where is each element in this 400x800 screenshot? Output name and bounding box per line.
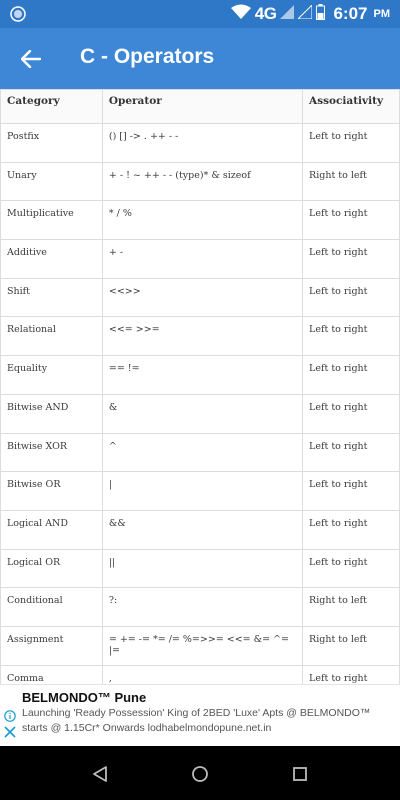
status-indicators: 4G 6:07 PM <box>230 3 391 25</box>
cell-category: Relational <box>0 316 103 357</box>
cell-operator: | <box>101 471 304 511</box>
app-bar: C - Operators <box>0 28 400 89</box>
network-type: 4G <box>254 4 277 23</box>
nav-back-button[interactable] <box>89 763 111 785</box>
cell-operator: = += -= *= /= %=>>= <<= &= ^= |= <box>101 625 304 666</box>
close-icon[interactable] <box>4 725 16 738</box>
header-operator: Operator <box>101 89 304 124</box>
cell-category: Equality <box>0 355 103 395</box>
cell-associativity: Right to left <box>302 161 400 202</box>
table-row: Conditional?: Right to left <box>0 587 400 627</box>
table-row: Multiplicative * / % Left to right <box>0 200 400 241</box>
info-icon[interactable] <box>4 709 16 722</box>
cell-associativity: Left to right <box>302 123 400 163</box>
nav-recents-button[interactable] <box>289 763 311 785</box>
clock-ampm: PM <box>373 8 391 20</box>
cell-associativity: Left to right <box>302 432 400 473</box>
wifi-icon <box>230 4 251 25</box>
ad-text-line1: Launching 'Ready Possession' King of 2BE… <box>22 707 371 719</box>
signal-icon <box>280 4 295 24</box>
triangle-back-icon <box>93 766 107 782</box>
cell-category: Comma <box>0 664 103 684</box>
cell-category: Unary <box>0 161 103 202</box>
table-row: Equality == != Left to right <box>0 355 400 395</box>
signal-icon-2 <box>297 3 313 24</box>
table-row: Additive + - Left to right <box>0 239 400 279</box>
cell-associativity: Left to right <box>302 355 400 395</box>
cell-associativity: Left to right <box>302 471 400 511</box>
system-nav-bar <box>0 746 400 800</box>
table-row: Bitwise AND & Left to right <box>0 393 400 434</box>
cell-category: Bitwise AND <box>0 393 103 434</box>
arrow-left-icon <box>21 50 41 68</box>
cell-associativity: Right to left <box>302 587 400 627</box>
cell-operator: <<>> <box>101 277 304 318</box>
notification-icon <box>10 6 26 22</box>
cell-operator: * / % <box>101 200 304 241</box>
cell-category: Logical OR <box>0 548 103 589</box>
ad-text-line2: starts @ 1.15Cr* Onwards lodhabelmondopu… <box>22 722 272 734</box>
cell-associativity: Left to right <box>302 200 400 241</box>
nav-home-button[interactable] <box>189 763 211 785</box>
cell-category: Postfix <box>0 123 103 163</box>
cell-associativity: Left to right <box>302 316 400 357</box>
table-row: Bitwise XOR ^ Left to right <box>0 432 400 473</box>
cell-associativity: Left to right <box>302 664 400 684</box>
table-row: Comma, Left to right <box>0 664 400 684</box>
cell-associativity: Right to left <box>302 625 400 666</box>
square-recents-icon <box>293 767 307 781</box>
table-row: Shift <<>> Left to right <box>0 277 400 318</box>
cell-category: Multiplicative <box>0 200 103 241</box>
table-row: Bitwise OR | Left to right <box>0 471 400 511</box>
cell-associativity: Left to right <box>302 239 400 279</box>
cell-category: Conditional <box>0 587 103 627</box>
clock: 6:07 <box>333 4 368 23</box>
cell-operator: <<= >>= <box>101 316 304 357</box>
cell-operator: == != <box>101 355 304 395</box>
battery-icon <box>316 3 326 25</box>
cell-category: Assignment <box>0 625 103 666</box>
cell-operator: ?: <box>101 587 304 627</box>
ad-title[interactable]: BELMONDO™ Pune <box>22 690 146 705</box>
cell-category: Additive <box>0 239 103 279</box>
cell-associativity: Left to right <box>302 509 400 550</box>
table-header-row: Category Operator Associativity <box>0 89 400 124</box>
page-title: C - Operators <box>80 45 215 68</box>
cell-category: Logical AND <box>0 509 103 550</box>
operators-table-container[interactable]: Category Operator Associativity Postfix(… <box>0 89 400 684</box>
cell-operator: + - ! ~ ++ - - (type)* & sizeof <box>101 161 304 202</box>
table-row: Logical AND && Left to right <box>0 509 400 550</box>
circle-home-icon <box>192 766 208 782</box>
cell-category: Bitwise XOR <box>0 432 103 473</box>
cell-operator: & <box>101 393 304 434</box>
cell-category: Shift <box>0 277 103 318</box>
table-row: Logical OR || Left to right <box>0 548 400 589</box>
cell-associativity: Left to right <box>302 548 400 589</box>
ad-banner[interactable]: BELMONDO™ Pune Launching 'Ready Possessi… <box>0 684 400 744</box>
header-category: Category <box>0 89 103 124</box>
cell-category: Bitwise OR <box>0 471 103 511</box>
cell-operator: || <box>101 548 304 589</box>
cell-operator: , <box>101 664 304 684</box>
cell-operator: ^ <box>101 432 304 473</box>
cell-operator: () [] -> . ++ - - <box>101 123 304 163</box>
cell-associativity: Left to right <box>302 393 400 434</box>
table-row: Unary + - ! ~ ++ - - (type)* & sizeof Righ… <box>0 161 400 202</box>
table-row: Relational <<= >>= Left to right <box>0 316 400 357</box>
status-bar: 4G 6:07 PM <box>0 0 400 28</box>
cell-associativity: Left to right <box>302 277 400 318</box>
cell-operator: + - <box>101 239 304 279</box>
table-row: Postfix() [] -> . ++ - - Left to right <box>0 123 400 163</box>
cell-operator: && <box>101 509 304 550</box>
table-row: Assignment = += -= *= /= %=>>= <<= &= ^= … <box>0 625 400 666</box>
back-button[interactable] <box>16 44 46 74</box>
operators-table: Category Operator Associativity Postfix(… <box>0 89 400 684</box>
header-associativity: Associativity <box>302 89 400 124</box>
